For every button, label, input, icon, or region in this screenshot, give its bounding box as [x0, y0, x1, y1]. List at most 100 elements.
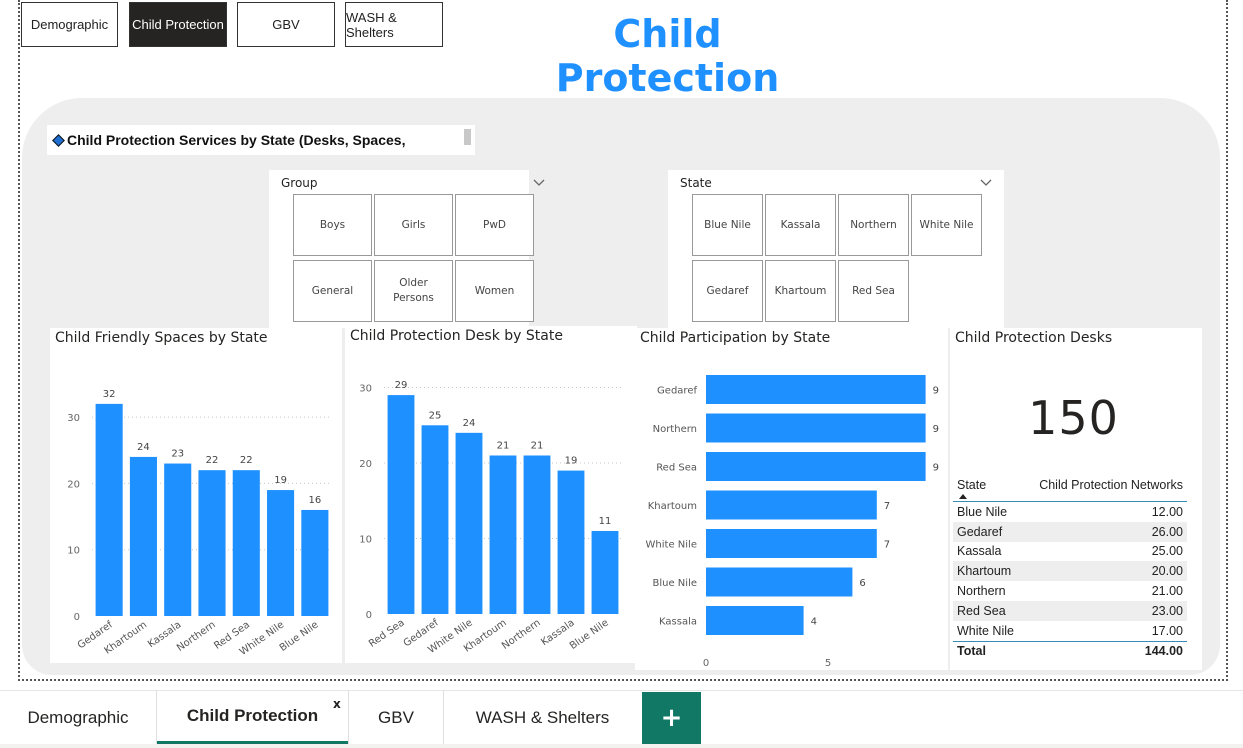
- kpi-title: Child Protection Desks: [955, 330, 1113, 346]
- y-tick-label: 10: [359, 535, 372, 546]
- y-tick-label: 30: [359, 384, 372, 395]
- group-option-women[interactable]: Women: [455, 260, 534, 322]
- bar: [706, 529, 877, 558]
- table-cell: Red Sea: [957, 603, 1006, 618]
- bar: [706, 490, 877, 520]
- data-label: 4: [811, 617, 817, 628]
- y-tick-label: Khartoum: [648, 501, 697, 512]
- group-option-older-persons[interactable]: Older Persons: [374, 260, 453, 322]
- data-label: 9: [933, 386, 939, 397]
- state-option-red-sea[interactable]: Red Sea: [838, 260, 909, 322]
- bar: [95, 403, 123, 616]
- page-title: Child Protection: [555, 12, 780, 100]
- state-slicer-header: State: [680, 176, 712, 190]
- table-cell: 21.00: [1151, 584, 1183, 599]
- data-label: 11: [599, 516, 612, 527]
- table-header-networks[interactable]: Child Protection Networks: [1039, 478, 1183, 492]
- table-cell: 17.00: [1151, 623, 1183, 638]
- table-cell: 23.00: [1151, 603, 1183, 618]
- table-row: Khartoum 20.00: [953, 561, 1187, 582]
- table-cell: Gedaref: [957, 524, 1003, 539]
- bar: [706, 606, 804, 635]
- data-label: 7: [884, 540, 890, 551]
- tab-demographic[interactable]: Demographic: [0, 691, 156, 745]
- bar: [301, 509, 329, 616]
- bar: [387, 395, 415, 614]
- data-label: 19: [565, 456, 578, 467]
- bar: [557, 470, 585, 614]
- y-tick-label: Blue Nile: [653, 578, 698, 589]
- subtitle-text: Child Protection Services by State (Desk…: [67, 132, 406, 148]
- table-row: Kassala 25.00: [953, 542, 1187, 562]
- child-protection-desk-chart: Child Protection Desk by State 0 10 20 30 29…: [345, 326, 637, 663]
- diamond-icon: [52, 133, 65, 147]
- group-option-boys[interactable]: Boys: [293, 194, 372, 256]
- table-cell: Khartoum: [957, 564, 1012, 579]
- y-tick-label: Northern: [653, 424, 697, 435]
- nav-button-demographic[interactable]: Demographic: [21, 2, 118, 47]
- kpi-value: 150: [1028, 391, 1119, 445]
- table-cell: 12.00: [1151, 504, 1183, 519]
- state-option-kassala[interactable]: Kassala: [765, 194, 836, 256]
- bar: [489, 455, 517, 614]
- data-label: 32: [103, 389, 116, 400]
- data-label: 25: [429, 410, 442, 421]
- chevron-down-icon[interactable]: [533, 176, 545, 190]
- group-option-pwd[interactable]: PwD: [455, 194, 534, 256]
- table-header-state[interactable]: State: [957, 478, 986, 492]
- bar: [198, 470, 226, 616]
- tab-gbv[interactable]: GBV: [349, 691, 443, 745]
- data-label: 24: [463, 418, 476, 429]
- state-option-khartoum[interactable]: Khartoum: [765, 260, 836, 322]
- nav-button-wash-shelters[interactable]: WASH & Shelters: [345, 2, 443, 47]
- bar: [421, 425, 449, 614]
- x-tick-label: Blue Nile: [278, 619, 321, 654]
- table-row: Gedaref 26.00: [953, 521, 1187, 542]
- data-label: 24: [137, 442, 150, 453]
- table-row: White Nile 17.00: [953, 621, 1187, 641]
- nav-button-gbv[interactable]: GBV: [237, 2, 335, 47]
- chevron-down-icon[interactable]: [980, 176, 992, 190]
- bar: [232, 470, 260, 616]
- bar: [706, 452, 926, 481]
- bar: [267, 490, 295, 616]
- group-slicer: Group Boys Girls PwD General Older Perso…: [269, 170, 545, 328]
- data-label: 9: [933, 463, 939, 474]
- child-protection-desk-svg: 0102030 29Red Sea25Gedaref24White Nile21K…: [359, 380, 622, 656]
- state-option-northern[interactable]: Northern: [838, 194, 909, 256]
- table-header: State Child Protection Networks: [953, 478, 1187, 502]
- child-friendly-spaces-svg: 010203032Gedaref24Khartoum23Kassala22Nor…: [67, 389, 332, 658]
- child-protection-networks-table: State Child Protection Networks Blue Nil…: [953, 478, 1187, 661]
- table-cell: Northern: [957, 584, 1006, 599]
- sort-ascending-icon: [959, 494, 967, 499]
- table-total-value: 144.00: [1144, 644, 1183, 659]
- y-tick-label: 30: [67, 413, 80, 424]
- state-option-white-nile[interactable]: White Nile: [911, 194, 982, 256]
- data-label: 23: [171, 449, 184, 460]
- close-icon[interactable]: x: [333, 697, 341, 711]
- x-tick-label: Northern: [175, 619, 218, 653]
- child-participation-svg: 9 Gedaref 9 Northern 9 Red Sea 7 Khartoum 7 White…: [646, 375, 939, 669]
- y-tick-label: Kassala: [659, 617, 697, 628]
- state-option-blue-nile[interactable]: Blue Nile: [692, 194, 763, 256]
- subtitle-scrollbar[interactable]: [464, 129, 471, 145]
- y-tick-label: Gedaref: [657, 386, 697, 397]
- tab-wash-shelters[interactable]: WASH & Shelters: [444, 691, 641, 745]
- data-label: 16: [308, 495, 321, 506]
- bar: [455, 432, 483, 614]
- state-option-gedaref[interactable]: Gedaref: [692, 260, 763, 322]
- table-cell: Blue Nile: [957, 504, 1008, 519]
- group-option-girls[interactable]: Girls: [374, 194, 453, 256]
- add-page-button[interactable]: +: [642, 692, 701, 744]
- data-label: 21: [531, 440, 544, 451]
- state-slicer: State Blue Nile Kassala Northern White N…: [668, 170, 1004, 328]
- group-option-general[interactable]: General: [293, 260, 372, 322]
- nav-button-child-protection[interactable]: Child Protection: [129, 2, 227, 47]
- bar: [706, 413, 926, 443]
- data-label: 21: [497, 440, 510, 451]
- bar: [706, 375, 926, 404]
- group-slicer-header: Group: [281, 176, 318, 190]
- page-tab-bar: Demographic Child Protection x GBV WASH …: [0, 690, 1243, 748]
- table-cell: 26.00: [1151, 524, 1183, 539]
- tab-child-protection[interactable]: Child Protection: [157, 691, 348, 745]
